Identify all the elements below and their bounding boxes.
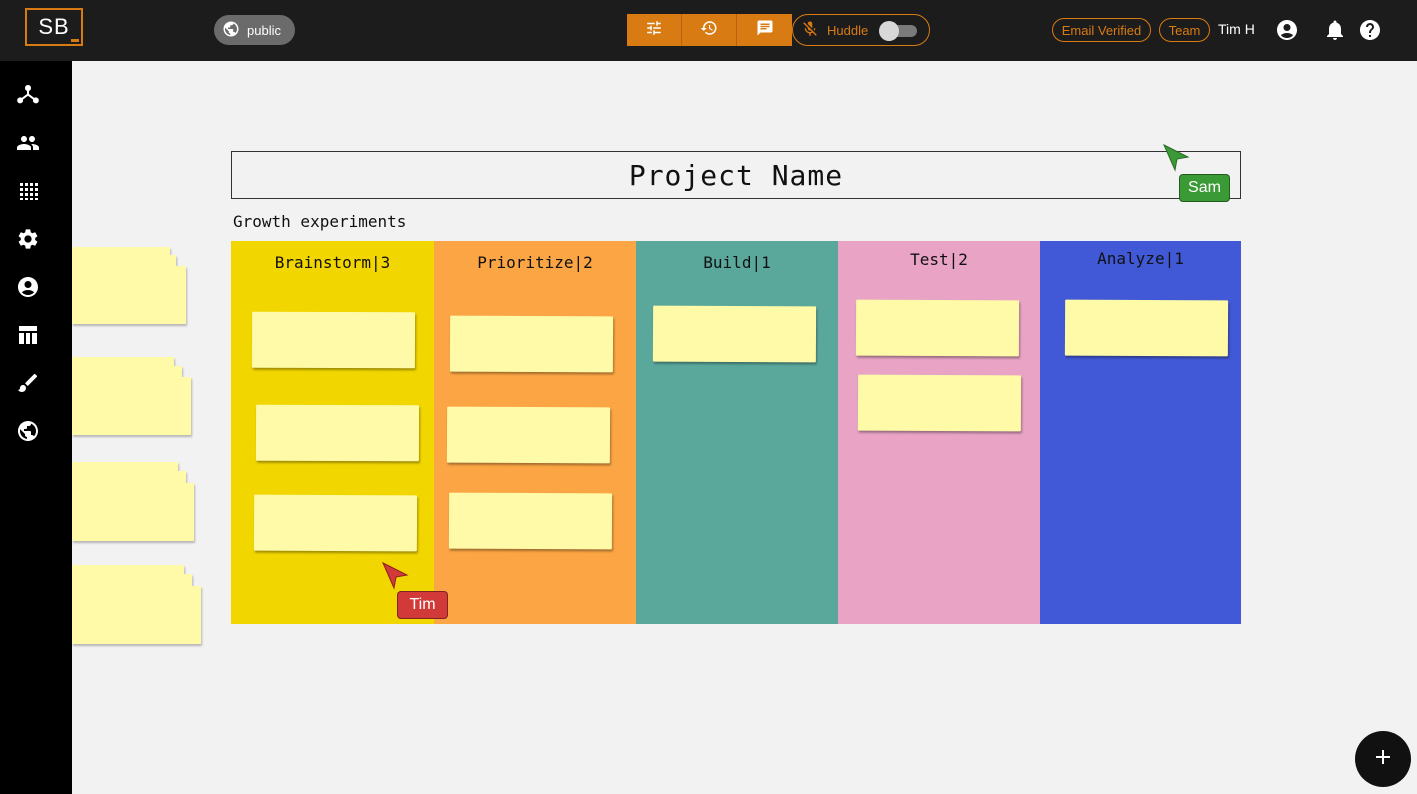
chat-button[interactable]	[737, 14, 792, 46]
tune-icon	[645, 19, 663, 42]
account-icon[interactable]	[1275, 18, 1299, 42]
sam-cursor-icon	[1162, 143, 1192, 173]
tim-cursor-icon	[381, 561, 411, 591]
help-icon[interactable]	[1358, 18, 1382, 42]
logo[interactable]: SB	[25, 8, 83, 46]
column-prioritize[interactable]: Prioritize|2	[434, 241, 636, 624]
sticky-note[interactable]	[253, 494, 418, 552]
sticky-note[interactable]	[1064, 299, 1229, 357]
sticky-note[interactable]	[72, 483, 194, 541]
chat-icon	[756, 19, 774, 42]
team-badge[interactable]: Team	[1159, 18, 1210, 42]
gear-icon[interactable]	[16, 227, 40, 251]
sticky-note[interactable]	[449, 315, 614, 373]
sticky-note[interactable]	[855, 299, 1020, 357]
huddle-label: Huddle	[827, 22, 869, 38]
column-build[interactable]: Build|1	[636, 241, 838, 624]
column-title: Analyze|1	[1097, 249, 1184, 268]
board-subtitle[interactable]: Growth experiments	[233, 212, 406, 231]
column-test[interactable]: Test|2	[838, 241, 1040, 624]
column-title: Brainstorm|3	[274, 253, 391, 272]
history-icon	[700, 19, 718, 42]
sticky-note[interactable]	[857, 374, 1022, 432]
huddle-control: Huddle	[792, 14, 930, 46]
sticky-note[interactable]	[251, 311, 416, 369]
sticky-note[interactable]	[255, 404, 420, 462]
account-icon[interactable]	[16, 275, 40, 299]
add-button[interactable]	[1355, 731, 1411, 787]
mic-off-icon[interactable]	[801, 20, 819, 41]
column-title: Test|2	[910, 250, 968, 269]
plus-icon	[1373, 747, 1393, 772]
sticky-note[interactable]	[72, 266, 186, 324]
toggle-knob	[879, 21, 899, 41]
project-title[interactable]: Project Name	[231, 151, 1241, 199]
bell-icon[interactable]	[1323, 18, 1347, 42]
sticky-note[interactable]	[652, 305, 817, 363]
globe-icon	[222, 20, 240, 41]
username: Tim H	[1218, 21, 1255, 37]
grid-icon[interactable]	[16, 179, 40, 203]
graph-icon[interactable]	[16, 83, 40, 107]
cursor-label-sam: Sam	[1179, 174, 1230, 202]
board-tools	[627, 14, 792, 46]
history-button[interactable]	[682, 14, 737, 46]
top-bar: SB public Huddle Email Verified Team Tim…	[0, 0, 1417, 61]
email-verified-badge: Email Verified	[1052, 18, 1151, 42]
sticky-note[interactable]	[446, 406, 611, 464]
sticky-note[interactable]	[72, 377, 191, 435]
column-title: Prioritize|2	[477, 253, 593, 272]
sticky-note[interactable]	[72, 586, 201, 644]
cursor-label-tim: Tim	[397, 591, 448, 619]
visibility-label: public	[247, 22, 281, 38]
table-layout-icon[interactable]	[16, 323, 40, 347]
globe-icon[interactable]	[16, 419, 40, 443]
brush-icon[interactable]	[16, 371, 40, 395]
visibility-toggle[interactable]: public	[214, 15, 295, 45]
huddle-toggle[interactable]	[879, 21, 917, 41]
column-title: Build|1	[703, 253, 771, 272]
settings-sliders-button[interactable]	[627, 14, 682, 46]
people-icon[interactable]	[16, 131, 40, 155]
sticky-note[interactable]	[448, 492, 613, 550]
sidebar	[0, 61, 72, 794]
column-analyze[interactable]: Analyze|1	[1040, 241, 1241, 624]
